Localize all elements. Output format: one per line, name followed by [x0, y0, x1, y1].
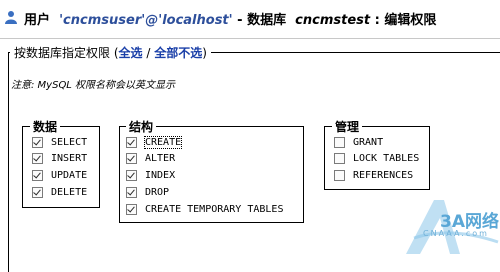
lock-tables-checkbox[interactable]	[334, 152, 345, 164]
database-name: cncmstest	[295, 13, 371, 28]
select-checkbox[interactable]	[32, 136, 43, 148]
structure-group-legend: 结构	[126, 118, 157, 135]
drop-checkbox[interactable]	[126, 186, 137, 198]
deselect-all-link[interactable]: 全部不选	[154, 46, 202, 60]
grant-label[interactable]: GRANT	[353, 137, 383, 148]
legend-close-paren: )	[202, 46, 207, 60]
privileges-legend-label: 按数据库指定权限	[14, 46, 111, 60]
alter-checkbox[interactable]	[126, 152, 137, 164]
privilege-update[interactable]: UPDATE	[32, 168, 87, 182]
privilege-alter[interactable]: ALTER	[126, 151, 175, 165]
create-temporary-tables-checkbox[interactable]	[126, 203, 137, 215]
alter-label[interactable]: ALTER	[145, 153, 175, 164]
update-checkbox[interactable]	[32, 169, 43, 181]
privilege-create[interactable]: CREATE	[126, 135, 183, 149]
page-suffix: : 编辑权限	[370, 13, 437, 28]
create-label[interactable]: CREATE	[143, 135, 183, 149]
delete-checkbox[interactable]	[32, 186, 43, 198]
admin-group-legend: 管理	[332, 118, 363, 135]
privilege-delete[interactable]: DELETE	[32, 185, 87, 199]
privilege-create-temporary-tables[interactable]: CREATE TEMPORARY TABLES	[126, 202, 283, 216]
insert-label[interactable]: INSERT	[51, 153, 87, 164]
index-checkbox[interactable]	[126, 169, 137, 181]
select-all-link[interactable]: 全选	[119, 46, 143, 60]
privilege-insert[interactable]: INSERT	[32, 151, 87, 165]
privilege-select[interactable]: SELECT	[32, 135, 87, 149]
select-label[interactable]: SELECT	[51, 137, 87, 148]
user-prefix: 用户	[24, 13, 51, 28]
user-icon	[5, 11, 17, 24]
references-checkbox[interactable]	[334, 169, 345, 181]
privilege-references[interactable]: REFERENCES	[334, 168, 413, 182]
privilege-grant[interactable]: GRANT	[334, 135, 383, 149]
insert-checkbox[interactable]	[32, 152, 43, 164]
page-title: 用户 'cncmsuser'@'localhost' - 数据库 cncmste…	[24, 9, 436, 28]
privileges-note: 注意: MySQL 权限名称会以英文显示	[11, 80, 176, 91]
privileges-legend: 按数据库指定权限 (全选 / 全部不选)	[10, 44, 211, 61]
privilege-drop[interactable]: DROP	[126, 185, 169, 199]
watermark-text-en: CNAAA.com	[423, 229, 489, 238]
index-label[interactable]: INDEX	[145, 170, 175, 181]
grant-checkbox[interactable]	[334, 136, 345, 148]
create-checkbox[interactable]	[126, 136, 137, 148]
lock-tables-label[interactable]: LOCK TABLES	[353, 153, 419, 164]
page-header: 用户 'cncmsuser'@'localhost' - 数据库 cncmste…	[0, 0, 500, 39]
privilege-index[interactable]: INDEX	[126, 168, 175, 182]
delete-label[interactable]: DELETE	[51, 187, 87, 198]
user-name-link[interactable]: 'cncmsuser'@'localhost'	[59, 13, 233, 28]
update-label[interactable]: UPDATE	[51, 170, 87, 181]
legend-separator: /	[142, 46, 155, 60]
references-label[interactable]: REFERENCES	[353, 170, 413, 181]
data-group-legend: 数据	[30, 118, 61, 135]
privilege-lock-tables[interactable]: LOCK TABLES	[334, 151, 419, 165]
create-temporary-tables-label[interactable]: CREATE TEMPORARY TABLES	[145, 204, 283, 215]
db-prefix: - 数据库	[232, 13, 287, 28]
drop-label[interactable]: DROP	[145, 187, 169, 198]
